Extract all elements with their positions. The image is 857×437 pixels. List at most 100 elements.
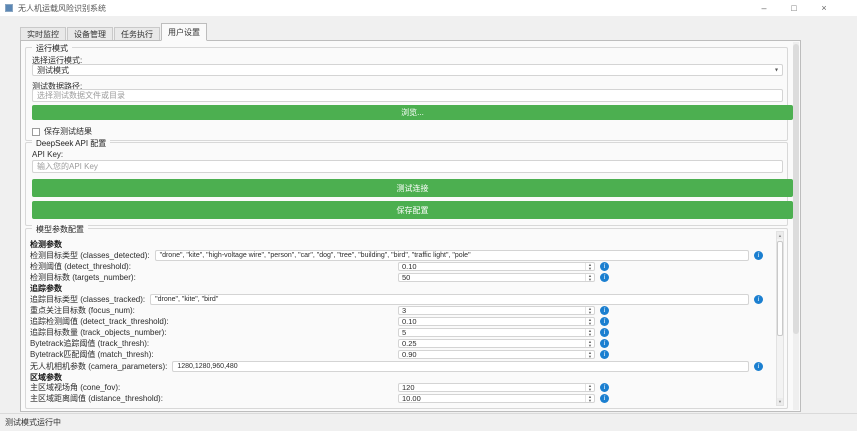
param-row: Bytetrack追踪阈值 (track_thresh):0.25▲▼ i xyxy=(30,338,763,349)
info-icon[interactable]: i xyxy=(600,383,609,392)
spinner-arrows-icon[interactable]: ▲▼ xyxy=(585,263,594,270)
param-label: Bytetrack匹配阈值 (match_thresh): xyxy=(30,349,398,360)
close-button[interactable]: × xyxy=(809,0,839,16)
param-spinbox[interactable]: 0.10▲▼ xyxy=(398,262,595,271)
param-label: 追踪检测阈值 (detect_track_threshold): xyxy=(30,316,398,327)
info-icon[interactable]: i xyxy=(600,339,609,348)
spinner-arrows-icon[interactable]: ▲▼ xyxy=(585,384,594,391)
info-icon[interactable]: i xyxy=(600,273,609,282)
user-settings-page: 运行模式 选择运行模式: 测试模式 ▾ 测试数据路径: 选择测试数据文件或目录 … xyxy=(20,40,801,412)
param-spinbox[interactable]: 120▲▼ xyxy=(398,383,595,392)
deepseek-api-group: DeepSeek API 配置 API Key: 输入您的API Key 测试连… xyxy=(25,142,788,226)
param-row: 检测阈值 (detect_threshold):0.10▲▼ i xyxy=(30,261,763,272)
save-results-label: 保存测试结果 xyxy=(44,126,92,137)
app-window: 无人机运载风险识别系统 – □ × 实时监控 设备管理 任务执行 用户设置 运行… xyxy=(0,0,857,431)
param-row: 追踪目标数量 (track_objects_number):5▲▼i xyxy=(30,327,763,338)
info-icon[interactable]: i xyxy=(600,350,609,359)
window-controls: – □ × xyxy=(749,0,839,16)
param-spinbox[interactable]: 3▲▼ xyxy=(398,306,595,315)
spinner-arrows-icon[interactable]: ▲▼ xyxy=(585,274,594,281)
tab-device-management[interactable]: 设备管理 xyxy=(67,27,113,41)
param-spinbox[interactable]: 50▲▼ xyxy=(398,273,595,282)
run-mode-selected-value: 测试模式 xyxy=(37,65,69,76)
save-config-button[interactable]: 保存配置 xyxy=(32,201,793,219)
tab-realtime-monitor[interactable]: 实时监控 xyxy=(20,27,66,41)
spinner-arrows-icon[interactable]: ▲▼ xyxy=(585,307,594,314)
api-key-input[interactable]: 输入您的API Key xyxy=(32,160,783,173)
maximize-button[interactable]: □ xyxy=(779,0,809,16)
param-row: 追踪检测阈值 (detect_track_threshold):0.10▲▼ i xyxy=(30,316,763,327)
param-row: 重点关注目标数 (focus_num):3▲▼ i xyxy=(30,305,763,316)
spinbox-value: 0.25 xyxy=(399,339,585,348)
info-icon[interactable]: i xyxy=(600,328,609,337)
param-label: 主区域距离阈值 (distance_threshold): xyxy=(30,393,398,404)
spinner-arrows-icon[interactable]: ▲▼ xyxy=(585,340,594,347)
info-icon[interactable]: i xyxy=(600,306,609,315)
run-mode-select[interactable]: 测试模式 ▾ xyxy=(32,64,783,76)
param-spinbox[interactable]: 0.25▲▼ xyxy=(398,339,595,348)
spinbox-value: 120 xyxy=(399,383,585,392)
minimize-button[interactable]: – xyxy=(749,0,779,16)
param-text-input[interactable]: "drone", "kite", "high-voltage wire", "p… xyxy=(155,250,749,261)
deepseek-api-group-title: DeepSeek API 配置 xyxy=(32,138,110,149)
param-row: Bytetrack匹配阈值 (match_thresh):0.90▲▼ i xyxy=(30,349,763,360)
model-params-group-title: 模型参数配置 xyxy=(32,224,88,235)
title-bar: 无人机运载风险识别系统 – □ × xyxy=(0,0,857,16)
param-spinbox[interactable]: 10.00▲▼ xyxy=(398,394,595,403)
tab-bar: 实时监控 设备管理 任务执行 用户设置 xyxy=(20,24,208,41)
chevron-down-icon: ▾ xyxy=(775,67,778,74)
tab-task-execution[interactable]: 任务执行 xyxy=(114,27,160,41)
param-spinbox[interactable]: 0.10▲▼ xyxy=(398,317,595,326)
param-label: 重点关注目标数 (focus_num): xyxy=(30,305,398,316)
test-connection-button[interactable]: 测试连接 xyxy=(32,179,793,197)
model-params-scrollbar[interactable]: ▲ ▼ xyxy=(776,231,784,406)
param-row: 无人机相机参数 (camera_parameters):1280,1280,96… xyxy=(30,360,763,372)
param-label: Bytetrack追踪阈值 (track_thresh): xyxy=(30,338,398,349)
spinner-arrows-icon[interactable]: ▲▼ xyxy=(585,351,594,358)
param-spinbox[interactable]: 0.90▲▼ xyxy=(398,350,595,359)
status-bar: 测试模式运行中 xyxy=(0,413,857,431)
param-label: 检测阈值 (detect_threshold): xyxy=(30,261,398,272)
param-row: 追踪目标类型 (classes_tracked):"drone", "kite"… xyxy=(30,293,763,305)
section-header: 追踪参数 xyxy=(30,283,763,293)
run-mode-group: 运行模式 选择运行模式: 测试模式 ▾ 测试数据路径: 选择测试数据文件或目录 … xyxy=(25,47,788,141)
scroll-down-icon[interactable]: ▼ xyxy=(777,398,783,405)
spinner-arrows-icon[interactable]: ▲▼ xyxy=(585,318,594,325)
save-results-checkbox-row: 保存测试结果 xyxy=(32,126,92,137)
info-icon[interactable]: i xyxy=(600,317,609,326)
param-row: 主区域视场角 (cone_fov):120▲▼i xyxy=(30,382,763,393)
model-params-group: 模型参数配置 检测参数检测目标类型 (classes_detected):"dr… xyxy=(25,228,788,409)
test-data-path-input[interactable]: 选择测试数据文件或目录 xyxy=(32,89,783,102)
api-key-placeholder: 输入您的API Key xyxy=(37,161,98,172)
param-row: 主区域距离阈值 (distance_threshold):10.00▲▼ i xyxy=(30,393,763,404)
model-params-form: 检测参数检测目标类型 (classes_detected):"drone", "… xyxy=(30,239,763,406)
param-spinbox[interactable]: 5▲▼ xyxy=(398,328,595,337)
section-header: 区域参数 xyxy=(30,372,763,382)
param-text-input[interactable]: 1280,1280,960,480 xyxy=(172,361,749,372)
info-icon[interactable]: i xyxy=(754,251,763,260)
page-scrollbar[interactable] xyxy=(793,42,799,410)
spinner-arrows-icon[interactable]: ▲▼ xyxy=(585,395,594,402)
run-mode-group-title: 运行模式 xyxy=(32,43,72,54)
spinbox-value: 10.00 xyxy=(399,394,585,403)
tab-user-settings[interactable]: 用户设置 xyxy=(161,23,207,41)
browse-button[interactable]: 浏览... xyxy=(32,105,793,120)
info-icon[interactable]: i xyxy=(754,362,763,371)
model-scrollbar-thumb[interactable] xyxy=(777,241,783,336)
save-results-checkbox[interactable] xyxy=(32,128,40,136)
param-text-input[interactable]: "drone", "kite", "bird" xyxy=(150,294,749,305)
spinbox-value: 0.90 xyxy=(399,350,585,359)
info-icon[interactable]: i xyxy=(600,394,609,403)
page-scrollbar-thumb[interactable] xyxy=(793,44,799,334)
info-icon[interactable]: i xyxy=(754,295,763,304)
spinner-arrows-icon[interactable]: ▲▼ xyxy=(585,329,594,336)
app-icon xyxy=(5,4,13,12)
scroll-up-icon[interactable]: ▲ xyxy=(777,232,783,239)
param-row: 检测目标类型 (classes_detected): "drone", "kite… xyxy=(30,249,763,261)
api-key-label: API Key: xyxy=(32,150,63,159)
status-text: 测试模式运行中 xyxy=(5,417,61,428)
param-label: 检测目标类型 (classes_detected): xyxy=(30,250,150,261)
spinbox-value: 3 xyxy=(399,306,585,315)
param-label: 检测目标数 (targets_number): xyxy=(30,272,398,283)
info-icon[interactable]: i xyxy=(600,262,609,271)
